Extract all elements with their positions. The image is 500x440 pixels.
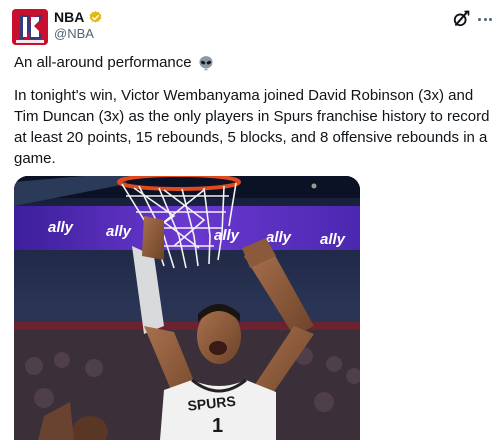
banner-text: ally — [106, 223, 132, 240]
tweet-paragraph: In tonight's win, Victor Wembanyama join… — [14, 87, 490, 167]
tweet-card[interactable]: NBA @NBA An all-around performance In to… — [0, 0, 500, 440]
more-dot-icon — [483, 17, 487, 21]
verified-badge-icon — [88, 10, 103, 25]
tweet-headline-text: An all-around performance — [14, 54, 192, 71]
more-dot-icon — [478, 17, 481, 21]
grok-icon[interactable] — [451, 9, 471, 29]
author-info: NBA @NBA — [54, 9, 103, 41]
basketball-dunk-photo: ally ally ally ally ally SPURS 1 — [14, 176, 360, 440]
jersey-number: 1 — [212, 415, 223, 437]
banner-text: ally — [320, 231, 346, 248]
banner-text: ally — [214, 227, 240, 244]
author-handle[interactable]: @NBA — [54, 26, 103, 41]
banner-text: ally — [48, 219, 74, 236]
team-logo-icon — [12, 9, 48, 45]
more-options-icon[interactable] — [478, 12, 492, 26]
tweet-headline: An all-around performance — [14, 52, 490, 73]
author-avatar[interactable] — [12, 9, 48, 45]
tweet-body: An all-around performance In tonight's w… — [14, 52, 490, 169]
banner-text: ally — [266, 229, 292, 246]
author-display-name[interactable]: NBA — [54, 9, 84, 25]
more-dot-icon — [489, 17, 492, 21]
alien-icon — [197, 55, 215, 71]
tweet-media-photo[interactable]: ally ally ally ally ally SPURS 1 — [14, 176, 360, 440]
